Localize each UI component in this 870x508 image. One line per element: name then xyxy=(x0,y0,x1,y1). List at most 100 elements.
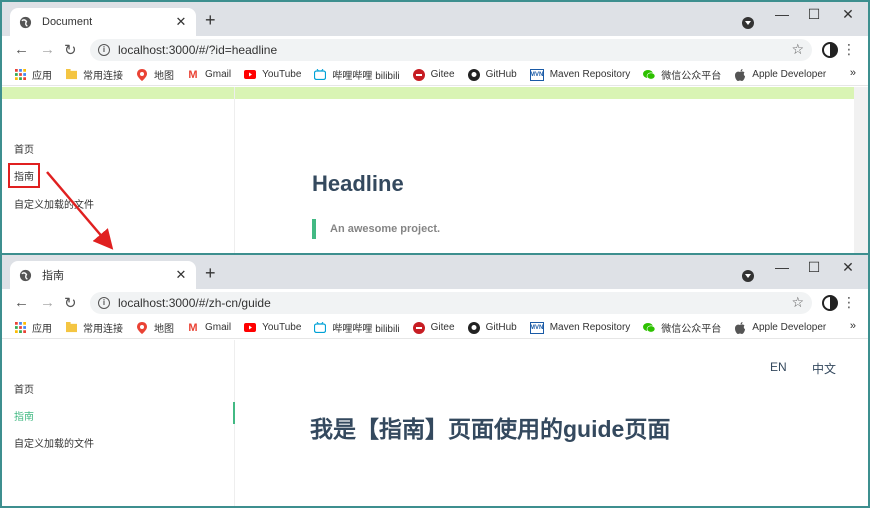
close-window-button[interactable]: ✕ xyxy=(840,6,856,23)
bookmark-item[interactable]: 哔哩哔哩 bilibili xyxy=(314,67,400,82)
bookmark-item[interactable]: Apple Developer xyxy=(734,321,826,334)
bookmark-item[interactable]: MVN Maven Repository xyxy=(529,321,631,334)
bookmark-item[interactable]: YouTube xyxy=(244,69,301,81)
maven-icon: MVN xyxy=(529,68,544,81)
tab-document[interactable]: Document ✕ xyxy=(10,8,196,36)
account-menu-icon[interactable] xyxy=(742,270,754,282)
bookmark-star-icon[interactable]: ☆ xyxy=(791,294,804,311)
maximize-button[interactable]: ☐ xyxy=(806,6,822,23)
info-icon[interactable]: i xyxy=(98,297,110,309)
maximize-button[interactable]: ☐ xyxy=(806,259,822,276)
tab-title: Document xyxy=(42,16,93,28)
bookmark-label: Gmail xyxy=(205,322,232,333)
reload-button[interactable]: ↻ xyxy=(64,41,77,59)
apple-icon xyxy=(734,68,746,81)
bookmark-item[interactable]: 哔哩哔哩 bilibili xyxy=(314,320,400,335)
maven-icon: MVN xyxy=(529,321,544,334)
bookmark-label: 哔哩哔哩 bilibili xyxy=(332,324,400,335)
bookmark-item[interactable]: 常用连接 xyxy=(65,320,123,335)
menu-icon[interactable]: ⋮ xyxy=(842,41,856,58)
sidebar-item-home[interactable]: 首页 xyxy=(14,141,34,156)
bookmark-item[interactable]: GitHub xyxy=(467,68,517,81)
scrollbar[interactable] xyxy=(854,87,868,253)
close-tab-icon[interactable]: ✕ xyxy=(174,267,188,283)
apps-icon xyxy=(14,69,26,81)
wechat-icon xyxy=(643,322,656,334)
new-tab-button[interactable]: + xyxy=(205,263,216,284)
info-icon[interactable]: i xyxy=(98,44,110,56)
bookmark-item[interactable]: YouTube xyxy=(244,322,301,334)
bookmark-item[interactable]: Gitee xyxy=(412,68,455,81)
url-text: localhost:3000/#/zh-cn/guide xyxy=(118,296,271,310)
sidebar-item-custom-file[interactable]: 自定义加载的文件 xyxy=(14,196,94,211)
browser-window-1: Document ✕ + — ☐ ✕ ← → ↻ i localhost:300… xyxy=(0,0,870,255)
bookmark-item[interactable]: M Gmail xyxy=(187,322,231,334)
bookmark-label: YouTube xyxy=(262,322,302,333)
bookmark-item[interactable]: MVN Maven Repository xyxy=(529,68,631,81)
gitee-icon xyxy=(412,321,425,334)
bookmark-label: YouTube xyxy=(262,69,302,80)
bookmark-item[interactable]: 应用 xyxy=(14,320,52,335)
lang-en-link[interactable]: EN xyxy=(770,360,787,374)
tab-guide[interactable]: 指南 ✕ xyxy=(10,261,196,289)
address-bar[interactable]: i localhost:3000/#/zh-cn/guide ☆ xyxy=(90,292,812,314)
account-menu-icon[interactable] xyxy=(742,17,754,29)
bookmark-label: Maven Repository xyxy=(549,322,631,333)
reload-button[interactable]: ↻ xyxy=(64,294,77,312)
profile-icon[interactable] xyxy=(822,42,838,58)
bookmark-item[interactable]: 微信公众平台 xyxy=(643,320,721,335)
bilibili-icon xyxy=(314,69,327,81)
bookmark-label: 哔哩哔哩 bilibili xyxy=(332,71,400,82)
maps-icon xyxy=(136,68,148,81)
tab-strip: 指南 ✕ + — ☐ ✕ xyxy=(2,255,868,289)
bookmark-item[interactable]: GitHub xyxy=(467,321,517,334)
lang-zh-link[interactable]: 中文 xyxy=(812,360,836,377)
address-bar[interactable]: i localhost:3000/#/?id=headline ☆ xyxy=(90,39,812,61)
sidebar: 首页 指南 自定义加载的文件 xyxy=(2,87,235,253)
bookmark-item[interactable]: M Gmail xyxy=(187,69,231,81)
folder-icon xyxy=(65,69,77,81)
bookmark-item[interactable]: 地图 xyxy=(136,67,174,82)
back-button[interactable]: ← xyxy=(14,294,29,311)
sidebar-item-guide[interactable]: 指南 xyxy=(8,163,40,188)
page-headline: Headline xyxy=(312,171,404,196)
github-icon xyxy=(467,68,480,81)
bookmark-label: Maven Repository xyxy=(549,69,631,80)
gmail-icon: M xyxy=(188,321,198,334)
url-text: localhost:3000/#/?id=headline xyxy=(118,43,278,57)
tab-strip: Document ✕ + — ☐ ✕ xyxy=(2,2,868,36)
bookmark-item[interactable]: Gitee xyxy=(412,321,455,334)
bookmarks-bar: 应用 常用连接 地图 M Gmail YouTube 哔哩哔哩 bilibili … xyxy=(2,64,868,86)
bookmark-item[interactable]: 微信公众平台 xyxy=(643,67,721,82)
sidebar-item-guide[interactable]: 指南 xyxy=(14,408,34,423)
globe-icon xyxy=(18,268,32,282)
page-content: 首页 指南 自定义加载的文件 EN 中文 我是【指南】页面使用的guide页面 xyxy=(2,340,868,506)
globe-icon xyxy=(18,15,32,29)
bookmark-label: 常用连接 xyxy=(83,324,123,335)
sidebar-item-home[interactable]: 首页 xyxy=(14,381,34,396)
bookmark-item[interactable]: 常用连接 xyxy=(65,67,123,82)
minimize-button[interactable]: — xyxy=(774,6,790,22)
bookmarks-overflow-button[interactable]: » xyxy=(850,67,856,79)
bookmarks-overflow-button[interactable]: » xyxy=(850,320,856,332)
sidebar-item-custom-file[interactable]: 自定义加载的文件 xyxy=(14,435,94,450)
profile-icon[interactable] xyxy=(822,295,838,311)
bookmark-label: 地图 xyxy=(154,71,174,82)
new-tab-button[interactable]: + xyxy=(205,10,216,31)
bookmark-item[interactable]: Apple Developer xyxy=(734,68,826,81)
bookmark-label: Gitee xyxy=(430,322,455,333)
forward-button[interactable]: → xyxy=(40,294,55,311)
apps-icon xyxy=(14,322,26,334)
back-button[interactable]: ← xyxy=(14,41,29,58)
forward-button[interactable]: → xyxy=(40,41,55,58)
bookmark-label: 微信公众平台 xyxy=(661,71,722,82)
menu-icon[interactable]: ⋮ xyxy=(842,294,856,311)
close-window-button[interactable]: ✕ xyxy=(840,259,856,276)
active-indicator xyxy=(233,402,235,424)
bookmark-item[interactable]: 应用 xyxy=(14,67,52,82)
bookmark-star-icon[interactable]: ☆ xyxy=(791,41,804,58)
bookmark-label: 应用 xyxy=(32,71,52,82)
bookmark-item[interactable]: 地图 xyxy=(136,320,174,335)
minimize-button[interactable]: — xyxy=(774,259,790,275)
close-tab-icon[interactable]: ✕ xyxy=(174,14,188,30)
